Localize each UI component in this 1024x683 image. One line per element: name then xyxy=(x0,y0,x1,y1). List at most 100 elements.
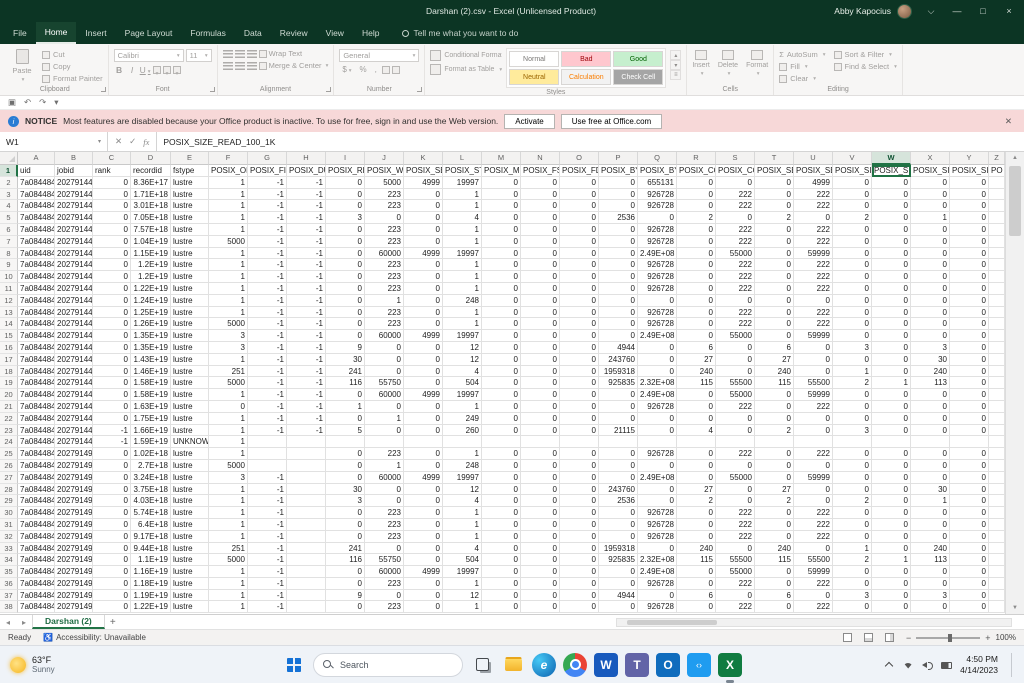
cell-O36[interactable]: 0 xyxy=(560,578,599,590)
cell-T32[interactable]: 0 xyxy=(755,531,794,543)
cell-L26[interactable]: 248 xyxy=(443,460,482,472)
undo-icon[interactable]: ↶ xyxy=(24,98,31,107)
cell-O19[interactable]: 0 xyxy=(560,377,599,389)
cell-O5[interactable]: 0 xyxy=(560,212,599,224)
cell-E17[interactable]: lustre xyxy=(171,354,209,366)
copy-button[interactable]: Copy xyxy=(42,61,103,72)
cell-J11[interactable]: 223 xyxy=(365,283,404,295)
cell-Z24[interactable] xyxy=(989,436,1005,448)
cell-V4[interactable]: 0 xyxy=(833,200,872,212)
column-header-E[interactable]: E xyxy=(171,152,209,165)
cell-Z2[interactable] xyxy=(989,177,1005,189)
cell-S36[interactable]: 222 xyxy=(716,578,755,590)
cell-Y17[interactable]: 0 xyxy=(950,354,989,366)
cell-L8[interactable]: 19997 xyxy=(443,248,482,260)
cell-I9[interactable]: 0 xyxy=(326,259,365,271)
cell-B18[interactable]: 20279144 xyxy=(55,366,93,378)
cell-P15[interactable]: 0 xyxy=(599,330,638,342)
maximize-button[interactable]: □ xyxy=(970,0,996,22)
cell-I34[interactable]: 116 xyxy=(326,554,365,566)
cell-W32[interactable]: 0 xyxy=(872,531,911,543)
cell-M22[interactable]: 0 xyxy=(482,413,521,425)
cell-I8[interactable]: 0 xyxy=(326,248,365,260)
cell-A31[interactable]: 7a084484 xyxy=(18,519,55,531)
cell-P8[interactable]: 0 xyxy=(599,248,638,260)
cell-M31[interactable]: 0 xyxy=(482,519,521,531)
cell-W17[interactable]: 0 xyxy=(872,354,911,366)
cell-O38[interactable]: 0 xyxy=(560,601,599,613)
cell-E21[interactable]: lustre xyxy=(171,401,209,413)
cell-V28[interactable]: 0 xyxy=(833,484,872,496)
cell-Q37[interactable]: 0 xyxy=(638,590,677,602)
cell-H15[interactable]: -1 xyxy=(287,330,326,342)
cell-I24[interactable] xyxy=(326,436,365,448)
cell-L37[interactable]: 12 xyxy=(443,590,482,602)
cell-style-check-cell[interactable]: Check Cell xyxy=(613,69,663,85)
row-header-3[interactable]: 3 xyxy=(0,189,18,201)
cell-W38[interactable]: 0 xyxy=(872,601,911,613)
cell-G15[interactable]: -1 xyxy=(248,330,287,342)
cell-D20[interactable]: 1.58E+19 xyxy=(131,389,171,401)
cell-E7[interactable]: lustre xyxy=(171,236,209,248)
cell-R9[interactable]: 0 xyxy=(677,259,716,271)
cell-X15[interactable]: 0 xyxy=(911,330,950,342)
font-color-icon[interactable] xyxy=(173,66,181,74)
cell-I33[interactable]: 241 xyxy=(326,543,365,555)
cell-V35[interactable]: 0 xyxy=(833,566,872,578)
cell-M3[interactable]: 0 xyxy=(482,189,521,201)
cell-Y31[interactable]: 0 xyxy=(950,519,989,531)
cell-Z5[interactable] xyxy=(989,212,1005,224)
cell-M24[interactable] xyxy=(482,436,521,448)
underline-button[interactable]: U xyxy=(140,65,151,75)
cell-I14[interactable]: 0 xyxy=(326,318,365,330)
cell-B12[interactable]: 20279144 xyxy=(55,295,93,307)
cell-C16[interactable]: 0 xyxy=(93,342,131,354)
cell-W5[interactable]: 0 xyxy=(872,212,911,224)
cell-N4[interactable]: 0 xyxy=(521,200,560,212)
cell-F35[interactable]: 1 xyxy=(209,566,248,578)
cell-P13[interactable]: 0 xyxy=(599,307,638,319)
cell-Z3[interactable] xyxy=(989,189,1005,201)
cell-H13[interactable]: -1 xyxy=(287,307,326,319)
cell-J4[interactable]: 223 xyxy=(365,200,404,212)
cell-M2[interactable]: 0 xyxy=(482,177,521,189)
cell-A38[interactable]: 7a084484 xyxy=(18,601,55,613)
cell-T1[interactable]: POSIX_SEQ xyxy=(755,165,794,177)
cell-W18[interactable]: 0 xyxy=(872,366,911,378)
cell-X12[interactable]: 0 xyxy=(911,295,950,307)
cell-O37[interactable]: 0 xyxy=(560,590,599,602)
cell-I21[interactable]: 1 xyxy=(326,401,365,413)
cell-Q17[interactable]: 0 xyxy=(638,354,677,366)
cell-F14[interactable]: 5000 xyxy=(209,318,248,330)
cell-B16[interactable]: 20279144 xyxy=(55,342,93,354)
cell-O27[interactable]: 0 xyxy=(560,472,599,484)
cell-U29[interactable]: 0 xyxy=(794,495,833,507)
cell-P25[interactable]: 0 xyxy=(599,448,638,460)
cell-I7[interactable]: 0 xyxy=(326,236,365,248)
cell-H34[interactable] xyxy=(287,554,326,566)
cell-L27[interactable]: 19997 xyxy=(443,472,482,484)
cell-E38[interactable]: lustre xyxy=(171,601,209,613)
cell-M11[interactable]: 0 xyxy=(482,283,521,295)
cell-Z29[interactable] xyxy=(989,495,1005,507)
cell-E8[interactable]: lustre xyxy=(171,248,209,260)
cell-J9[interactable]: 223 xyxy=(365,259,404,271)
cell-V16[interactable]: 3 xyxy=(833,342,872,354)
cell-A8[interactable]: 7a084484 xyxy=(18,248,55,260)
cell-P29[interactable]: 2536 xyxy=(599,495,638,507)
currency-format-button[interactable]: $ xyxy=(339,65,354,74)
cell-H2[interactable]: -1 xyxy=(287,177,326,189)
cell-F3[interactable]: 1 xyxy=(209,189,248,201)
cell-T28[interactable]: 27 xyxy=(755,484,794,496)
cell-G28[interactable]: -1 xyxy=(248,484,287,496)
cell-W22[interactable]: 0 xyxy=(872,413,911,425)
cell-X34[interactable]: 113 xyxy=(911,554,950,566)
cell-C26[interactable]: 0 xyxy=(93,460,131,472)
cell-Q22[interactable]: 0 xyxy=(638,413,677,425)
cell-C5[interactable]: 0 xyxy=(93,212,131,224)
cell-T34[interactable]: 115 xyxy=(755,554,794,566)
cell-Q38[interactable]: 926728 xyxy=(638,601,677,613)
cell-L17[interactable]: 12 xyxy=(443,354,482,366)
cell-T24[interactable] xyxy=(755,436,794,448)
cell-V29[interactable]: 2 xyxy=(833,495,872,507)
